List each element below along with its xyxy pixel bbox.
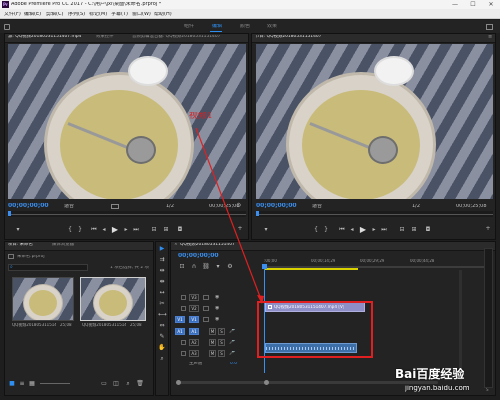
annotation-arrow <box>195 127 264 304</box>
watermark-url: jingyan.baidu.com <box>405 385 470 392</box>
timeline-horizontal-scrollbar[interactable] <box>178 381 438 384</box>
meter-solo-button[interactable]: S <box>486 388 489 392</box>
watermark-brand: Bai百度经验 <box>395 368 465 380</box>
audio-meter <box>484 248 493 388</box>
scrollbar-handle-left[interactable] <box>176 380 181 385</box>
timeline-vertical-scrollbar[interactable] <box>459 270 462 380</box>
scrollbar-handle-right[interactable] <box>264 380 269 385</box>
